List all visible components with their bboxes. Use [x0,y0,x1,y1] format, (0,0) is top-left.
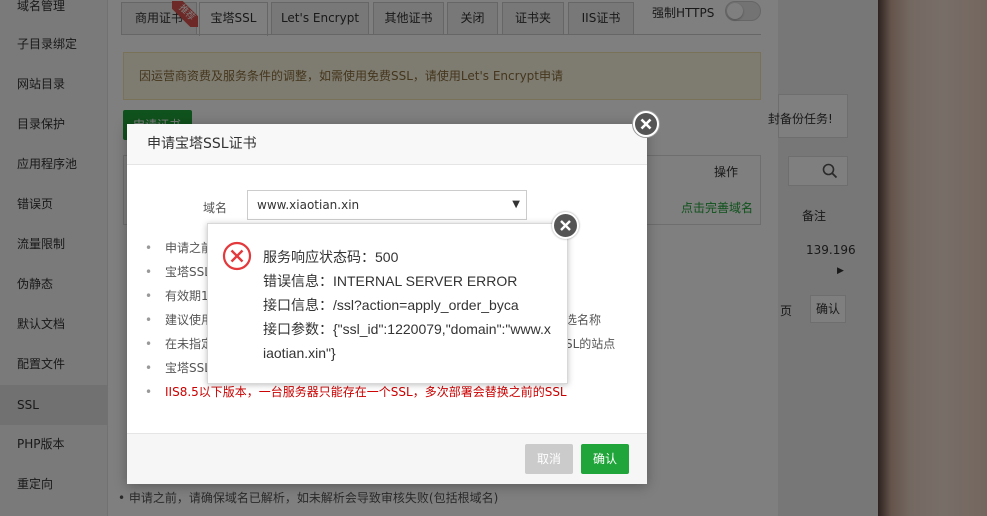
close-icon [560,220,571,231]
error-dialog: 服务响应状态码：500 错误信息：INTERNAL SERVER ERROR 接… [207,212,579,384]
domain-select[interactable]: www.xiaotian.xin ▼ [247,190,527,220]
error-close-button[interactable] [552,212,579,239]
error-info: 错误信息：INTERNAL SERVER ERROR [263,273,518,289]
domain-label: 域名 [203,201,228,215]
error-message: 服务响应状态码：500 错误信息：INTERNAL SERVER ERROR 接… [263,245,553,365]
confirm-button[interactable]: 确认 [581,444,629,474]
error-api: 接口信息：/ssl?action=apply_order_byca [263,297,519,313]
modal-close-button[interactable] [632,110,660,138]
cancel-button[interactable]: 取消 [525,444,573,474]
chevron-down-icon: ▼ [512,199,520,210]
error-params: 接口参数：{"ssl_id":1220079,"domain":"www.xia… [263,321,551,361]
error-icon [222,241,252,271]
modal-title: 申请宝塔SSL证书 [127,124,647,165]
close-icon [635,113,657,135]
modal-footer: 取消 确认 [127,433,647,484]
domain-value: www.xiaotian.xin [257,198,360,212]
error-status-code: 服务响应状态码：500 [263,249,399,265]
